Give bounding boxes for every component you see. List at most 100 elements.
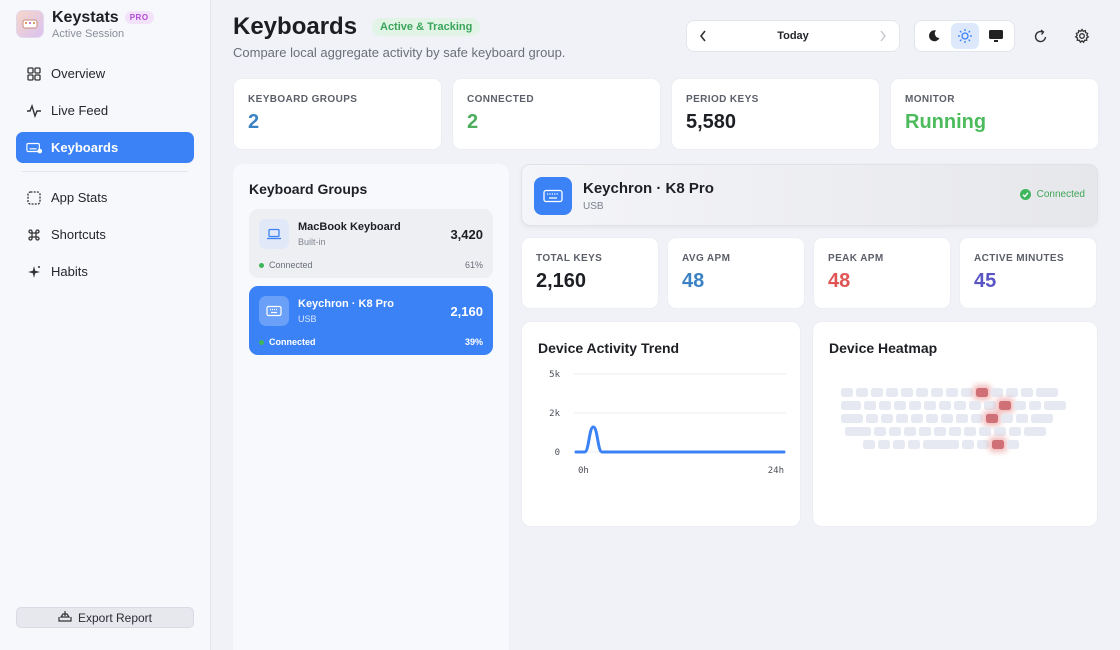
heatmap-key: [934, 427, 946, 436]
heatmap-key: [879, 401, 891, 410]
metric-value: 45: [974, 270, 997, 292]
heatmap-key: [1006, 388, 1018, 397]
sidebar-item-live-feed[interactable]: Live Feed: [16, 95, 194, 126]
keyboard-icon: [26, 140, 42, 156]
sidebar-item-label: Keyboards: [51, 140, 119, 155]
device-type: USB: [583, 201, 604, 212]
x-tick-label: 24h: [768, 466, 784, 476]
stat-card-connected: CONNECTED 2: [452, 78, 661, 150]
page-subtitle: Compare local aggregate activity by safe…: [233, 45, 566, 60]
group-status-label: Connected: [269, 337, 316, 347]
heatmap-key: [856, 388, 868, 397]
app-square-icon: [26, 190, 42, 206]
heatmap-key: [881, 414, 893, 423]
selected-device-header: Keychron · K8 Pro USB Connected: [521, 164, 1098, 226]
heatmap-key: [911, 414, 923, 423]
device-status-label: Connected: [1036, 189, 1085, 200]
monitor-icon[interactable]: [982, 23, 1010, 49]
sparkle-icon: [26, 264, 42, 280]
date-label[interactable]: Today: [777, 30, 809, 42]
chevron-left-icon[interactable]: [696, 29, 710, 43]
app-logo-icon: [16, 10, 44, 38]
x-tick-label: 0h: [578, 466, 589, 476]
status-dot-icon: [259, 339, 264, 345]
heatmap-key: [979, 427, 991, 436]
heatmap-key: [999, 401, 1011, 410]
heatmap-key: [939, 401, 951, 410]
laptop-icon: [259, 219, 289, 249]
group-key-count: 3,420: [450, 227, 483, 242]
sidebar-item-label: Overview: [51, 66, 106, 81]
metric-label: PEAK APM: [828, 253, 884, 264]
heatmap-key: [1009, 427, 1021, 436]
sidebar-item-keyboards[interactable]: Keyboards: [16, 132, 194, 163]
stat-label: PERIOD KEYS: [686, 94, 759, 105]
sun-icon[interactable]: [950, 23, 979, 49]
page-header: Keyboards Active & Tracking Compare loca…: [233, 0, 1098, 78]
heatmap-key: [949, 427, 961, 436]
metric-card-active-minutes: ACTIVE MINUTES 45: [959, 237, 1097, 309]
heatmap-key: [904, 427, 916, 436]
heatmap-key: [841, 401, 861, 410]
heatmap-key: [991, 388, 1003, 397]
y-tick-label: 2k: [549, 409, 560, 419]
metric-label: ACTIVE MINUTES: [974, 253, 1065, 264]
metric-label: TOTAL KEYS: [536, 253, 603, 264]
group-share: 39%: [464, 337, 483, 347]
gear-icon[interactable]: [1073, 27, 1091, 45]
sidebar-divider: [22, 171, 188, 172]
export-report-button[interactable]: Export Report: [16, 607, 194, 628]
brand: Keystats PRO Active Session: [16, 0, 194, 46]
heatmap-key: [1029, 401, 1041, 410]
stat-label: CONNECTED: [467, 94, 534, 105]
stat-label: KEYBOARD GROUPS: [248, 94, 358, 105]
heatmap-key: [977, 440, 989, 449]
heatmap-key: [841, 388, 853, 397]
heatmap-key: [969, 401, 981, 410]
summary-stats: KEYBOARD GROUPS 2 CONNECTED 2 PERIOD KEY…: [233, 78, 1099, 150]
pro-badge: PRO: [124, 11, 154, 24]
sidebar-item-label: Shortcuts: [51, 227, 106, 242]
stat-card-keyboard-groups: KEYBOARD GROUPS 2: [233, 78, 442, 150]
metric-card-avg-apm: AVG APM 48: [667, 237, 805, 309]
date-navigator: Today: [686, 20, 900, 52]
heatmap-key: [864, 401, 876, 410]
main-content: Keyboards Active & Tracking Compare loca…: [211, 0, 1120, 650]
heatmap-key: [845, 427, 871, 436]
sidebar-nav: Overview Live Feed Keyboards App Stats S…: [16, 58, 194, 287]
sidebar-item-label: Live Feed: [51, 103, 109, 118]
sidebar-item-label: Habits: [51, 264, 88, 279]
theme-switcher: [914, 20, 1015, 52]
metric-value: 48: [682, 270, 705, 292]
keyboard-group-macbook[interactable]: MacBook Keyboard Built-in 3,420 Connecte…: [249, 209, 493, 278]
heatmap-key: [871, 388, 883, 397]
panel-title: Keyboard Groups: [249, 181, 368, 197]
heatmap-key: [1014, 401, 1026, 410]
heatmap-key: [956, 414, 968, 423]
command-icon: [26, 227, 42, 243]
heatmap-key: [1001, 414, 1013, 423]
heatmap-key: [984, 401, 996, 410]
moon-icon[interactable]: [920, 23, 948, 49]
sidebar-item-overview[interactable]: Overview: [16, 58, 194, 89]
heatmap-key: [1044, 401, 1066, 410]
chevron-right-icon[interactable]: [876, 29, 890, 43]
metric-card-peak-apm: PEAK APM 48: [813, 237, 951, 309]
pulse-icon: [26, 103, 42, 119]
sidebar-item-app-stats[interactable]: App Stats: [16, 182, 194, 213]
app-name: Keystats: [52, 8, 119, 26]
session-status: Active Session: [52, 27, 125, 40]
sidebar-item-habits[interactable]: Habits: [16, 256, 194, 287]
keyboard-heatmap: [841, 385, 1066, 452]
device-heatmap-card: Device Heatmap: [812, 321, 1098, 527]
keyboard-group-keychron[interactable]: Keychron · K8 Pro USB 2,160 Connected 39…: [249, 286, 493, 355]
heatmap-key: [941, 414, 953, 423]
heatmap-key: [961, 388, 973, 397]
grid-icon: [26, 66, 42, 82]
keyboard-icon: [259, 296, 289, 326]
sidebar-item-shortcuts[interactable]: Shortcuts: [16, 219, 194, 250]
heatmap-key: [962, 440, 974, 449]
refresh-icon[interactable]: [1031, 27, 1049, 45]
chart-title: Device Heatmap: [829, 340, 938, 356]
metric-label: AVG APM: [682, 253, 731, 264]
